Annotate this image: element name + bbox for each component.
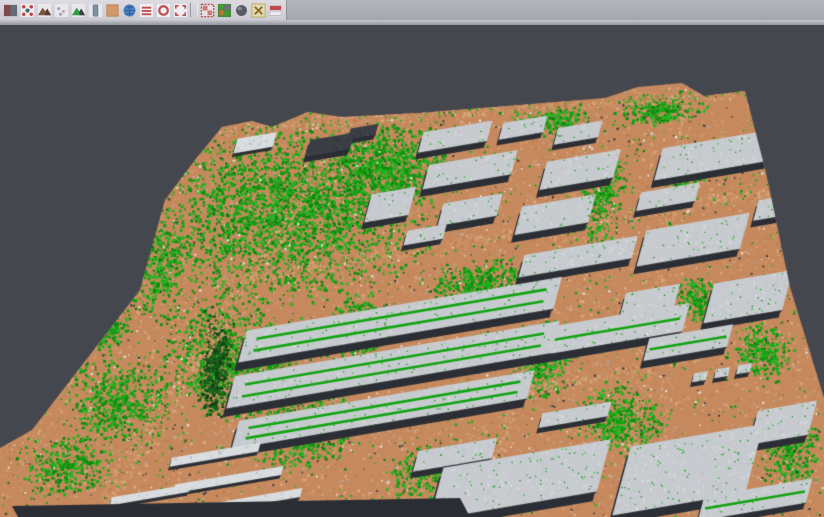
classified-cloud-icon[interactable] — [217, 3, 232, 18]
clip-brackets-icon[interactable] — [173, 3, 188, 18]
toolbar — [0, 0, 824, 20]
globe-icon[interactable] — [122, 3, 137, 18]
texture-checker-icon[interactable] — [200, 3, 215, 18]
terrain-icon[interactable] — [37, 3, 52, 18]
align-points-icon[interactable] — [20, 3, 35, 18]
application-window — [0, 0, 824, 517]
point-cloud-icon[interactable] — [54, 3, 69, 18]
toolbar-icon-panel — [0, 0, 287, 20]
toolbar-separator — [190, 3, 198, 17]
ground-class-icon[interactable] — [105, 3, 120, 18]
cross-mark-icon[interactable] — [251, 3, 266, 18]
sphere-icon[interactable] — [234, 3, 249, 18]
split-layers-icon[interactable] — [268, 3, 283, 18]
tin-surface-icon[interactable] — [71, 3, 86, 18]
viewport-3d-pointcloud[interactable] — [0, 25, 824, 517]
data-box-icon[interactable] — [3, 3, 18, 18]
section-lines-icon[interactable] — [139, 3, 154, 18]
target-ring-icon[interactable] — [156, 3, 171, 18]
profile-column-icon[interactable] — [88, 3, 103, 18]
